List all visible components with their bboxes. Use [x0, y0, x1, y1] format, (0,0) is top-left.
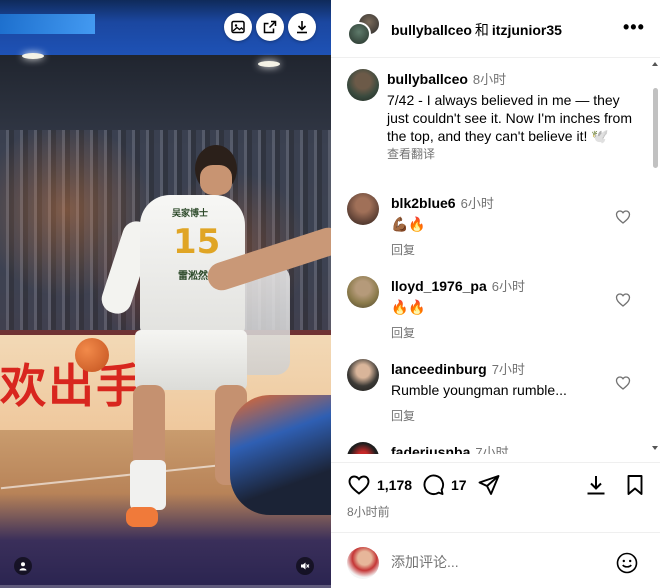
avatar[interactable] — [347, 359, 379, 391]
scroll-up-arrow-icon[interactable] — [652, 62, 658, 66]
like-comment-icon[interactable] — [615, 375, 631, 391]
player-sock — [130, 460, 166, 510]
mute-button[interactable] — [296, 557, 314, 575]
comment-time: 6小时 — [491, 279, 525, 294]
comment-input[interactable] — [391, 551, 591, 573]
send-icon — [478, 475, 500, 495]
comment-username[interactable]: faderiusnba — [391, 444, 470, 454]
caption-text: 7/42 - I always believed in me — they ju… — [387, 92, 632, 144]
comment-time: 7小时 — [475, 445, 509, 454]
download-media-button[interactable] — [288, 13, 316, 41]
comment-text: Rumble youngman rumble... — [391, 382, 567, 398]
heart-icon — [348, 475, 370, 495]
like-comment-icon[interactable] — [615, 292, 631, 308]
bookmark-icon — [627, 475, 643, 495]
banner-text: 欢出手 — [0, 359, 144, 413]
jersey-name: 雷淞然 — [178, 271, 208, 282]
reply-button[interactable]: 回复 — [391, 241, 611, 258]
post-header: bullyballceo 和 itzjunior35 ••• — [331, 0, 660, 58]
reply-button[interactable]: 回复 — [391, 324, 611, 341]
player-shorts — [135, 330, 247, 390]
author-link[interactable]: itzjunior35 — [492, 22, 562, 38]
basketball — [75, 338, 109, 372]
comment-text: 🔥🔥 — [391, 299, 426, 315]
author-conjunction: 和 — [474, 22, 489, 38]
post-actions-bar: 1,178 17 — [331, 462, 660, 506]
jersey-number: 15 — [173, 222, 221, 262]
like-count: 1,178 — [377, 477, 413, 493]
player-face — [200, 165, 232, 195]
comment-item: lloyd_1976_pa 6小时 🔥🔥 回复 — [347, 276, 647, 346]
user-tag-icon — [19, 562, 27, 571]
emoji-icon[interactable] — [615, 551, 639, 575]
post-detail-panel: bullyballceo 和 itzjunior35 ••• bullyballce… — [331, 0, 660, 588]
caption-username[interactable]: bullyballceo — [387, 71, 468, 87]
scrollbar-thumb[interactable] — [653, 88, 658, 168]
comment-username[interactable]: lloyd_1976_pa — [391, 278, 487, 294]
comment-text: 💪🏾🔥 — [391, 216, 426, 232]
download-icon — [297, 21, 307, 34]
avatar[interactable] — [347, 69, 379, 101]
like-button[interactable]: 1,178 — [347, 473, 412, 497]
avatar[interactable] — [347, 193, 379, 225]
comment-username[interactable]: blk2blue6 — [391, 195, 456, 211]
download-button[interactable] — [584, 473, 608, 497]
avatar — [347, 22, 371, 46]
defender-player — [230, 395, 331, 515]
scoreboard-strip — [0, 14, 95, 34]
posted-time: 8小时前 — [347, 505, 390, 519]
comment-item: faderiusnba7小时 回复 — [347, 442, 647, 454]
scroll-down-arrow-icon[interactable] — [652, 446, 658, 450]
add-comment-bar — [331, 532, 660, 588]
ceiling-light — [22, 53, 44, 59]
like-comment-icon[interactable] — [615, 209, 631, 225]
see-translation-link[interactable]: 查看翻译 — [387, 145, 637, 162]
comment-button[interactable]: 17 — [421, 473, 467, 497]
caption-meta: bullyballceo 8小时 — [387, 69, 637, 89]
comment-body: blk2blue6 6小时 💪🏾🔥 回复 — [391, 193, 611, 258]
avatar[interactable] — [347, 276, 379, 308]
reply-button[interactable]: 回复 — [391, 407, 611, 424]
image-icon — [231, 20, 245, 34]
mute-icon — [301, 562, 310, 570]
comment-item: lanceedinburg 7小时 Rumble youngman rumble.… — [347, 359, 647, 429]
save-button[interactable] — [623, 473, 647, 497]
share-button[interactable] — [477, 473, 501, 497]
comments-scroll-area[interactable]: bullyballceo 8小时 7/42 - I always believed… — [331, 59, 660, 454]
caption-time: 8小时 — [472, 72, 507, 87]
more-options-button[interactable]: ••• — [623, 18, 645, 36]
comment-time: 7小时 — [491, 362, 525, 377]
open-external-icon — [263, 20, 277, 34]
avatar — [347, 547, 379, 579]
author-link[interactable]: bullyballceo — [391, 22, 472, 38]
ceiling-light — [258, 61, 280, 67]
open-external-button[interactable] — [256, 13, 284, 41]
post-media[interactable]: 欢出手 吴家博士 15 雷淞然 — [0, 0, 331, 588]
comment-body: lloyd_1976_pa 6小时 🔥🔥 回复 — [391, 276, 611, 341]
avatar[interactable] — [347, 442, 379, 454]
jersey-top-text: 吴家博士 — [172, 208, 209, 218]
user-tag-button[interactable] — [14, 557, 32, 575]
player-shoe — [126, 507, 158, 527]
comment-body: faderiusnba7小时 回复 — [391, 442, 611, 454]
comment-item: blk2blue6 6小时 💪🏾🔥 回复 — [347, 193, 647, 263]
comment-username[interactable]: lanceedinburg — [391, 361, 487, 377]
comment-time: 6小时 — [460, 196, 494, 211]
image-button[interactable] — [224, 13, 252, 41]
comment-bubble-icon — [423, 474, 445, 496]
download-icon — [587, 476, 605, 495]
collab-avatars[interactable] — [347, 12, 381, 46]
post-authors: bullyballceo 和 itzjunior35 — [391, 20, 562, 40]
comment-count: 17 — [451, 477, 467, 493]
comments-scrollbar[interactable] — [652, 62, 658, 452]
caption-body: bullyballceo 8小时 7/42 - I always believed… — [387, 69, 637, 162]
comment-body: lanceedinburg 7小时 Rumble youngman rumble.… — [391, 359, 611, 424]
